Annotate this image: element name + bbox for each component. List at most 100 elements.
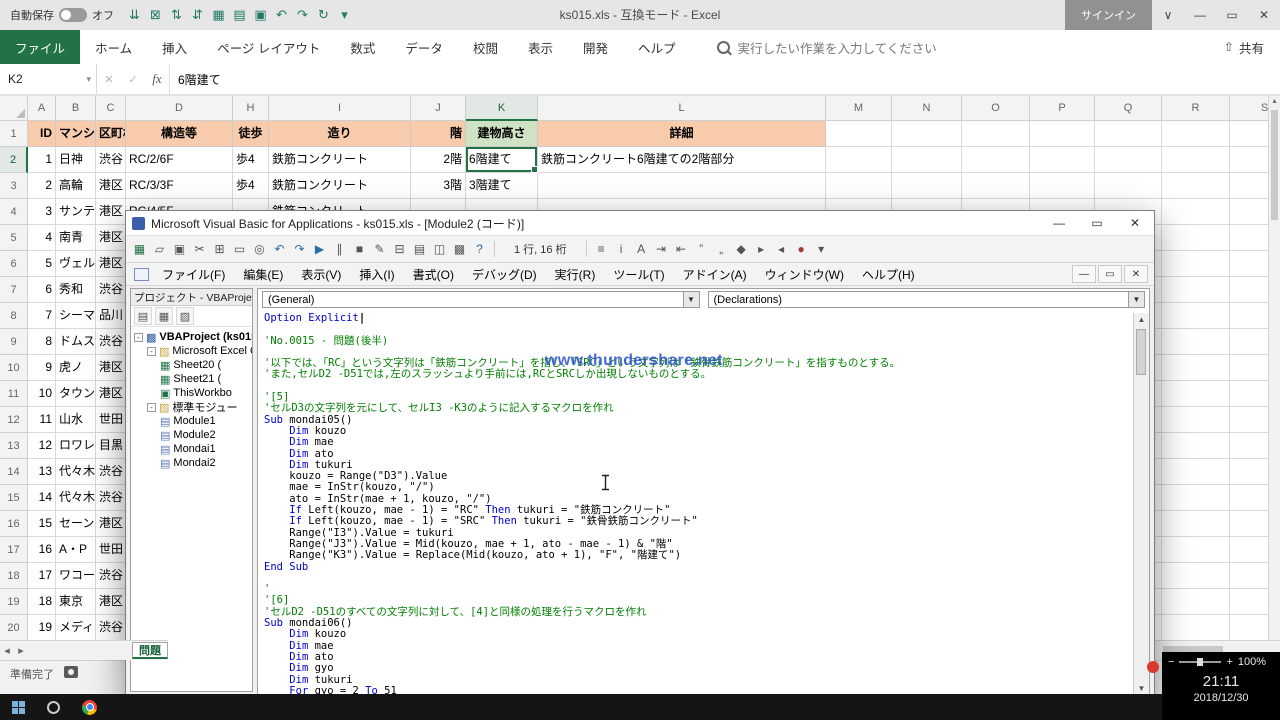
cell-R19[interactable] bbox=[1162, 589, 1230, 615]
cell-P2[interactable] bbox=[1030, 147, 1095, 173]
cell-M1[interactable] bbox=[826, 121, 892, 147]
cell-R4[interactable] bbox=[1162, 199, 1230, 225]
cell-P3[interactable] bbox=[1030, 173, 1095, 199]
cell-A12[interactable]: 11 bbox=[28, 407, 56, 433]
row-header-10[interactable]: 10 bbox=[0, 355, 28, 381]
cell-R2[interactable] bbox=[1162, 147, 1230, 173]
cell-R20[interactable] bbox=[1162, 615, 1230, 641]
cell-C6[interactable]: 港区 bbox=[96, 251, 126, 277]
redo-icon[interactable]: ↷ bbox=[290, 239, 309, 259]
borders-icon[interactable]: ▦ bbox=[208, 4, 229, 26]
column-header-L[interactable]: L bbox=[538, 96, 826, 121]
cell-R13[interactable] bbox=[1162, 433, 1230, 459]
project-tree-item[interactable]: ▤Mondai2 bbox=[131, 456, 252, 470]
row-header-4[interactable]: 4 bbox=[0, 199, 28, 225]
row-header-19[interactable]: 19 bbox=[0, 589, 28, 615]
vba-menu-item[interactable]: ヘルプ(H) bbox=[853, 263, 924, 285]
cell-C19[interactable]: 港区 bbox=[96, 589, 126, 615]
run-icon[interactable]: ▶ bbox=[310, 239, 329, 259]
cell-A20[interactable]: 19 bbox=[28, 615, 56, 641]
cell-B3[interactable]: 高輪 bbox=[56, 173, 96, 199]
cell-R9[interactable] bbox=[1162, 329, 1230, 355]
cell-O2[interactable] bbox=[962, 147, 1030, 173]
cell-K1[interactable]: 建物高さ bbox=[466, 121, 538, 147]
save-icon[interactable]: ▣ bbox=[250, 4, 271, 26]
cell-B9[interactable]: ドムス bbox=[56, 329, 96, 355]
column-header-O[interactable]: O bbox=[962, 96, 1030, 121]
cell-A16[interactable]: 15 bbox=[28, 511, 56, 537]
sheet-tab[interactable]: 問題 bbox=[132, 642, 168, 659]
cell-I1[interactable]: 造り bbox=[269, 121, 411, 147]
project-tree-item[interactable]: -▩VBAProject (ks015.xls) bbox=[131, 330, 252, 344]
cell-P1[interactable] bbox=[1030, 121, 1095, 147]
formula-input[interactable]: 6階建て bbox=[169, 64, 1280, 94]
next-bookmark-icon[interactable]: ▸ bbox=[752, 239, 771, 259]
undo-icon[interactable]: ↶ bbox=[270, 239, 289, 259]
cell-A6[interactable]: 5 bbox=[28, 251, 56, 277]
vba-menu-item[interactable]: ウィンドウ(W) bbox=[756, 263, 853, 285]
delete-sheet-icon[interactable]: ⊠ bbox=[145, 4, 166, 26]
cell-J1[interactable]: 階 bbox=[411, 121, 466, 147]
object-combo[interactable]: (General) ▼ bbox=[262, 291, 700, 308]
project-explorer-icon[interactable]: ⊟ bbox=[390, 239, 409, 259]
vba-menu-item[interactable]: 編集(E) bbox=[234, 263, 292, 285]
ribbon-tab[interactable]: ファイル bbox=[0, 30, 80, 64]
vba-menu-item[interactable]: デバッグ(D) bbox=[463, 263, 546, 285]
cell-B4[interactable]: サンテ bbox=[56, 199, 96, 225]
tab-scroll-right-icon[interactable]: ▸ bbox=[14, 644, 28, 657]
enter-button[interactable]: ✓ bbox=[121, 64, 145, 94]
row-header-18[interactable]: 18 bbox=[0, 563, 28, 589]
cell-B15[interactable]: 代々木 bbox=[56, 485, 96, 511]
toolbar-options-icon[interactable]: ▾ bbox=[812, 239, 831, 259]
name-box-dropdown-icon[interactable]: ▾ bbox=[86, 74, 96, 85]
cell-B6[interactable]: ヴェル bbox=[56, 251, 96, 277]
outdent-icon[interactable]: ⇤ bbox=[672, 239, 691, 259]
row-header-5[interactable]: 5 bbox=[0, 225, 28, 251]
project-tree-item[interactable]: -▨標準モジュー bbox=[131, 400, 252, 414]
cell-C2[interactable]: 渋谷 bbox=[96, 147, 126, 173]
cell-A14[interactable]: 13 bbox=[28, 459, 56, 485]
cell-C13[interactable]: 目黒 bbox=[96, 433, 126, 459]
cell-C16[interactable]: 港区 bbox=[96, 511, 126, 537]
macro-record-icon[interactable] bbox=[64, 666, 78, 678]
customize-qat-icon[interactable]: ▾ bbox=[334, 4, 355, 26]
tree-expander-icon[interactable]: - bbox=[147, 403, 156, 412]
indent-icon[interactable]: ⇥ bbox=[652, 239, 671, 259]
row-header-1[interactable]: 1 bbox=[0, 121, 28, 147]
cell-C11[interactable]: 港区 bbox=[96, 381, 126, 407]
project-tree-item[interactable]: ▦Sheet21 ( bbox=[131, 372, 252, 386]
cell-B17[interactable]: A・P bbox=[56, 537, 96, 563]
code-editor[interactable]: Option Explicit|'No.0015 - 問題(後半)'以下では、「… bbox=[258, 313, 1133, 695]
cell-A2[interactable]: 1 bbox=[28, 147, 56, 173]
cell-C7[interactable]: 渋谷 bbox=[96, 277, 126, 303]
cell-I2[interactable]: 鉄筋コンクリート bbox=[269, 147, 411, 173]
reset-icon[interactable]: ■ bbox=[350, 239, 369, 259]
code-scrollbar[interactable]: ▲ ▼ bbox=[1133, 313, 1149, 695]
ribbon-tab[interactable]: 数式 bbox=[335, 30, 390, 64]
insert-function-button[interactable]: fx bbox=[145, 64, 169, 94]
cell-A19[interactable]: 18 bbox=[28, 589, 56, 615]
column-header-K[interactable]: K bbox=[466, 96, 538, 121]
cell-C17[interactable]: 世田 bbox=[96, 537, 126, 563]
cell-R5[interactable] bbox=[1162, 225, 1230, 251]
cell-R3[interactable] bbox=[1162, 173, 1230, 199]
column-header-A[interactable]: A bbox=[28, 96, 56, 121]
mdi-minimize-button[interactable]: — bbox=[1072, 265, 1096, 283]
column-header-M[interactable]: M bbox=[826, 96, 892, 121]
prev-bookmark-icon[interactable]: ◂ bbox=[772, 239, 791, 259]
cell-D3[interactable]: RC/3/3F bbox=[126, 173, 233, 199]
paste-values-icon[interactable]: ⇅ bbox=[166, 4, 187, 26]
minimize-button[interactable]: — bbox=[1184, 0, 1216, 30]
cell-B14[interactable]: 代々木 bbox=[56, 459, 96, 485]
uncomment-block-icon[interactable]: „ bbox=[712, 239, 731, 259]
cell-B5[interactable]: 南青 bbox=[56, 225, 96, 251]
zoom-out-button[interactable]: − bbox=[1168, 656, 1174, 668]
cell-A17[interactable]: 16 bbox=[28, 537, 56, 563]
cell-C5[interactable]: 港区 bbox=[96, 225, 126, 251]
autosave-toggle[interactable] bbox=[59, 8, 87, 22]
cell-C3[interactable]: 港区 bbox=[96, 173, 126, 199]
cell-H3[interactable]: 歩4 bbox=[233, 173, 269, 199]
vertical-scrollbar-thumb[interactable] bbox=[1271, 110, 1278, 220]
undo-icon[interactable]: ↶ bbox=[271, 4, 292, 26]
column-header-C[interactable]: C bbox=[96, 96, 126, 121]
